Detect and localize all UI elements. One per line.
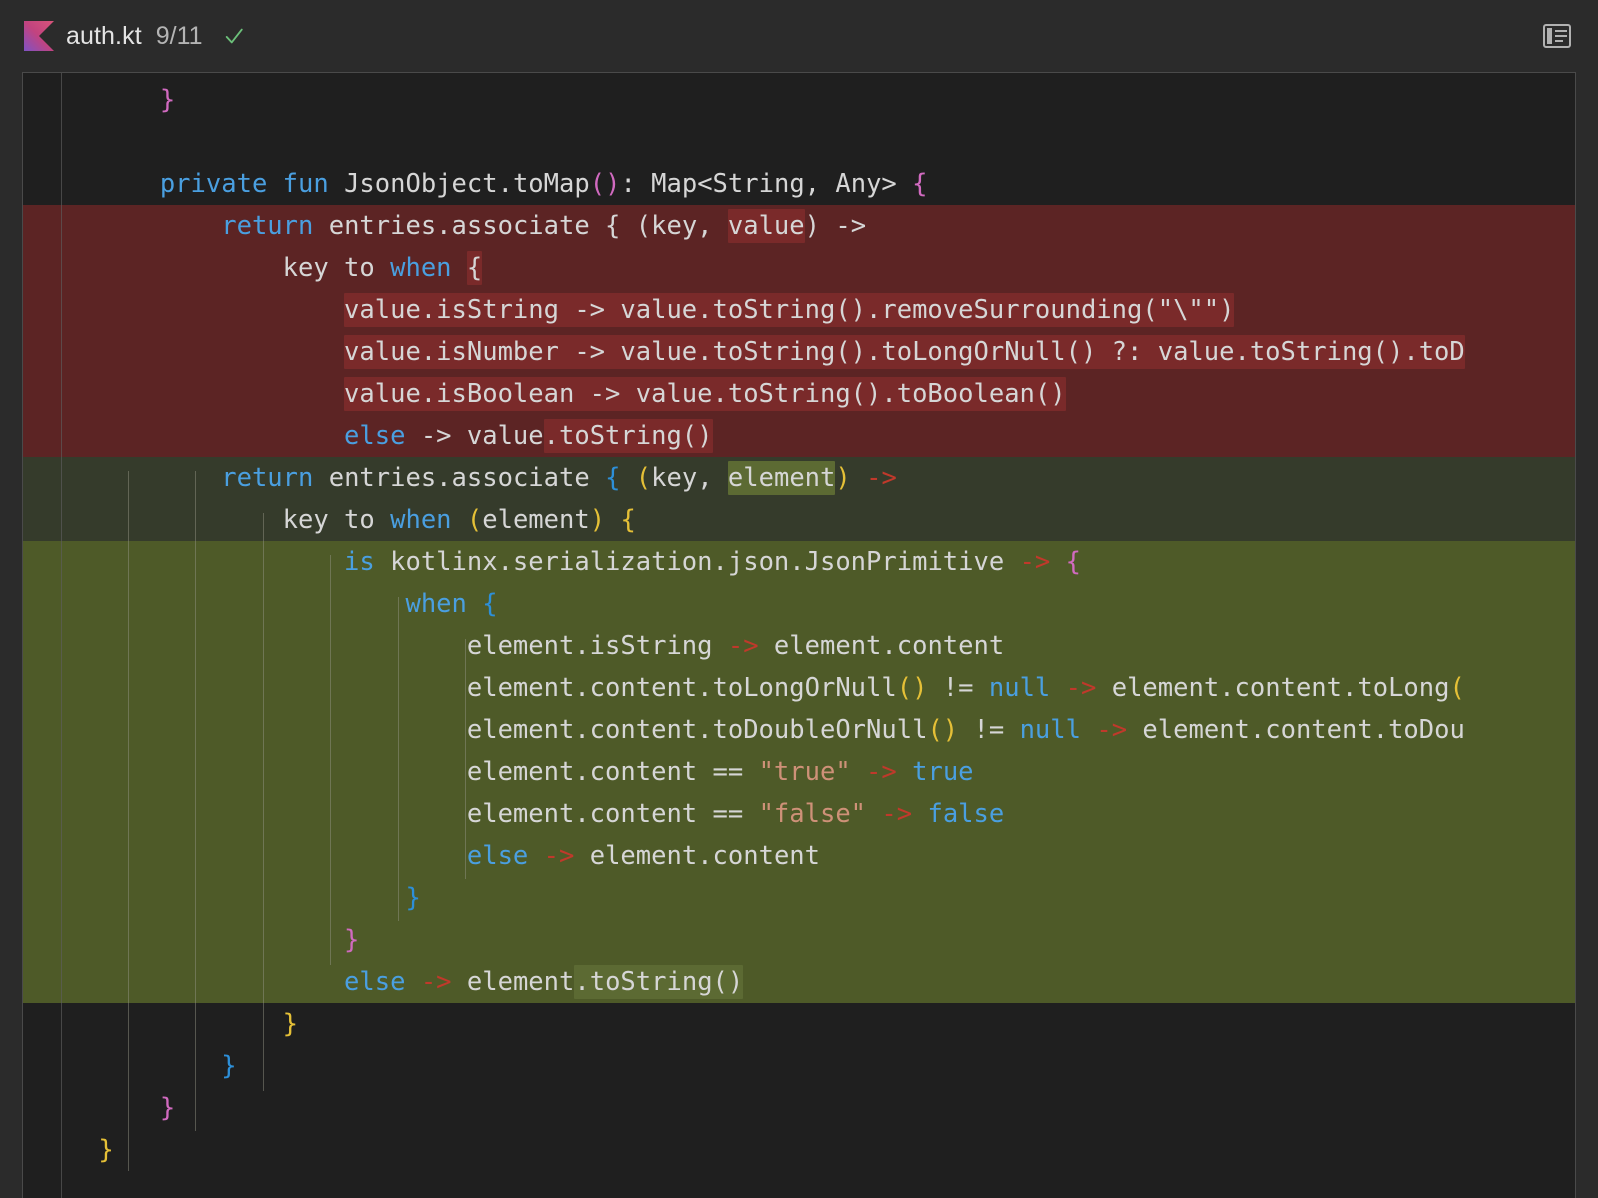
code-line[interactable]: private fun JsonObject.toMap(): Map<Stri…: [23, 163, 1575, 205]
code-line[interactable]: }: [23, 1045, 1575, 1087]
code-line[interactable]: }: [23, 1129, 1575, 1171]
check-icon: [223, 25, 245, 47]
code-line-added[interactable]: return entries.associate { (key, element…: [23, 457, 1575, 499]
code-line-deleted[interactable]: return entries.associate { (key, value) …: [23, 205, 1575, 247]
code-line[interactable]: }: [23, 1003, 1575, 1045]
code-line-added[interactable]: is kotlinx.serialization.json.JsonPrimit…: [23, 541, 1575, 583]
code-line[interactable]: }: [23, 1087, 1575, 1129]
titlebar-file-info: auth.kt 9/11: [24, 21, 245, 51]
code-line-deleted[interactable]: value.isString -> value.toString().remov…: [23, 289, 1575, 331]
code-line-added[interactable]: when {: [23, 583, 1575, 625]
code-line[interactable]: [23, 121, 1575, 163]
titlebar: auth.kt 9/11: [0, 0, 1598, 72]
code-line-added[interactable]: element.content == "true" -> true: [23, 751, 1575, 793]
code-line-deleted[interactable]: value.isBoolean -> value.toString().toBo…: [23, 373, 1575, 415]
code-line-added[interactable]: element.content == "false" -> false: [23, 793, 1575, 835]
code-line-deleted[interactable]: value.isNumber -> value.toString().toLon…: [23, 331, 1575, 373]
code-editor-window: auth.kt 9/11: [0, 0, 1598, 1198]
code-line-added[interactable]: }: [23, 877, 1575, 919]
layout-panel-icon[interactable]: [1542, 22, 1572, 50]
editor-frame: } private fun JsonObject.toMap(): Map<St…: [22, 72, 1576, 1198]
code-line-added[interactable]: else -> element.content: [23, 835, 1575, 877]
code-line-deleted[interactable]: else -> value.toString(): [23, 415, 1575, 457]
code-line-added[interactable]: key to when (element) {: [23, 499, 1575, 541]
code-line-added[interactable]: element.content.toLongOrNull() != null -…: [23, 667, 1575, 709]
progress-label: 9/11: [156, 22, 203, 51]
code-line-added[interactable]: element.content.toDoubleOrNull() != null…: [23, 709, 1575, 751]
file-name-label: auth.kt: [66, 22, 142, 51]
code-line-added[interactable]: element.isString -> element.content: [23, 625, 1575, 667]
kotlin-logo: [24, 21, 54, 51]
code-area[interactable]: } private fun JsonObject.toMap(): Map<St…: [23, 73, 1575, 1198]
code-line-added[interactable]: else -> element.toString(): [23, 961, 1575, 1003]
code-line-added[interactable]: }: [23, 919, 1575, 961]
code-line-deleted[interactable]: key to when {: [23, 247, 1575, 289]
code-line[interactable]: }: [23, 79, 1575, 121]
